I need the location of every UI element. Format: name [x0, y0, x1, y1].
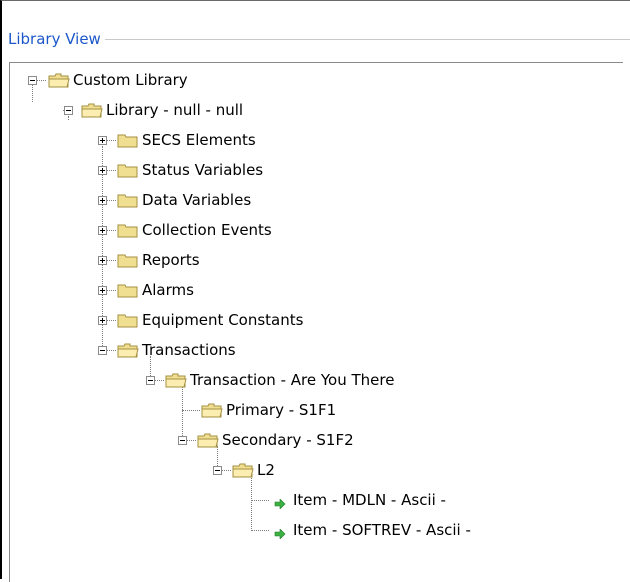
collapse-toggle[interactable] [98, 346, 107, 355]
expand-toggle[interactable] [98, 136, 107, 145]
open-folder-icon [81, 103, 103, 118]
tree-line [222, 470, 231, 471]
collapse-toggle[interactable] [178, 436, 187, 445]
collapse-toggle[interactable] [28, 76, 37, 85]
tree-line [107, 230, 116, 231]
tree-line [107, 260, 116, 261]
tree-line [37, 80, 46, 81]
tree-node-reports[interactable]: Reports [142, 249, 200, 271]
tree-line [251, 530, 269, 531]
open-folder-icon [201, 403, 223, 418]
arrow-right-icon [274, 525, 286, 540]
tree-node-library[interactable]: Library - null - null [106, 99, 243, 121]
open-folder-icon [48, 73, 70, 88]
collapse-toggle[interactable] [146, 376, 155, 385]
library-view-panel: Library View Custom Library Library - nu… [0, 0, 630, 582]
tree-line [182, 410, 200, 411]
open-folder-icon [232, 463, 254, 478]
panel-header: Library View [8, 29, 630, 49]
folder-icon [117, 253, 138, 268]
open-folder-icon [197, 433, 219, 448]
folder-icon [117, 133, 138, 148]
collapse-toggle[interactable] [213, 466, 222, 475]
panel-title: Library View [8, 29, 105, 49]
folder-icon [117, 223, 138, 238]
library-tree[interactable]: Custom Library Library - null - null SEC… [9, 62, 623, 582]
tree-line [187, 440, 196, 441]
tree-node-custom-library[interactable]: Custom Library [73, 69, 188, 91]
folder-icon [117, 193, 138, 208]
tree-line [68, 116, 69, 120]
tree-line [107, 170, 116, 171]
tree-line [107, 350, 116, 351]
folder-icon [117, 313, 138, 328]
tree-line [32, 85, 33, 102]
arrow-right-icon [274, 495, 286, 510]
tree-node-item-softrev[interactable]: Item - SOFTREV - Ascii - [293, 519, 471, 541]
tree-line [107, 200, 116, 201]
tree-line [107, 140, 116, 141]
tree-node-l2[interactable]: L2 [257, 459, 275, 481]
expand-toggle[interactable] [98, 316, 107, 325]
tree-node-item-mdln[interactable]: Item - MDLN - Ascii - [293, 489, 446, 511]
tree-node-transaction[interactable]: Transaction - Are You There [190, 369, 394, 391]
tree-node-data-variables[interactable]: Data Variables [142, 189, 251, 211]
folder-icon [117, 163, 138, 178]
tree-node-alarms[interactable]: Alarms [142, 279, 194, 301]
collapse-toggle[interactable] [64, 106, 73, 115]
tree-line [182, 386, 183, 440]
tree-node-primary[interactable]: Primary - S1F1 [226, 399, 336, 421]
expand-toggle[interactable] [98, 286, 107, 295]
open-folder-icon [165, 373, 187, 388]
tree-node-secondary[interactable]: Secondary - S1F2 [222, 429, 354, 451]
tree-line [107, 290, 116, 291]
folder-icon [117, 283, 138, 298]
expand-toggle[interactable] [98, 256, 107, 265]
expand-toggle[interactable] [98, 226, 107, 235]
tree-node-collection-events[interactable]: Collection Events [142, 219, 272, 241]
tree-node-transactions[interactable]: Transactions [142, 339, 236, 361]
open-folder-icon [117, 343, 139, 358]
tree-line [107, 320, 116, 321]
tree-line [155, 380, 164, 381]
tree-line [251, 500, 269, 501]
tree-node-secs-elements[interactable]: SECS Elements [142, 129, 256, 151]
tree-line [251, 476, 252, 531]
expand-toggle[interactable] [98, 166, 107, 175]
tree-node-status-variables[interactable]: Status Variables [142, 159, 263, 181]
expand-toggle[interactable] [98, 196, 107, 205]
tree-node-equipment-constants[interactable]: Equipment Constants [142, 309, 303, 331]
